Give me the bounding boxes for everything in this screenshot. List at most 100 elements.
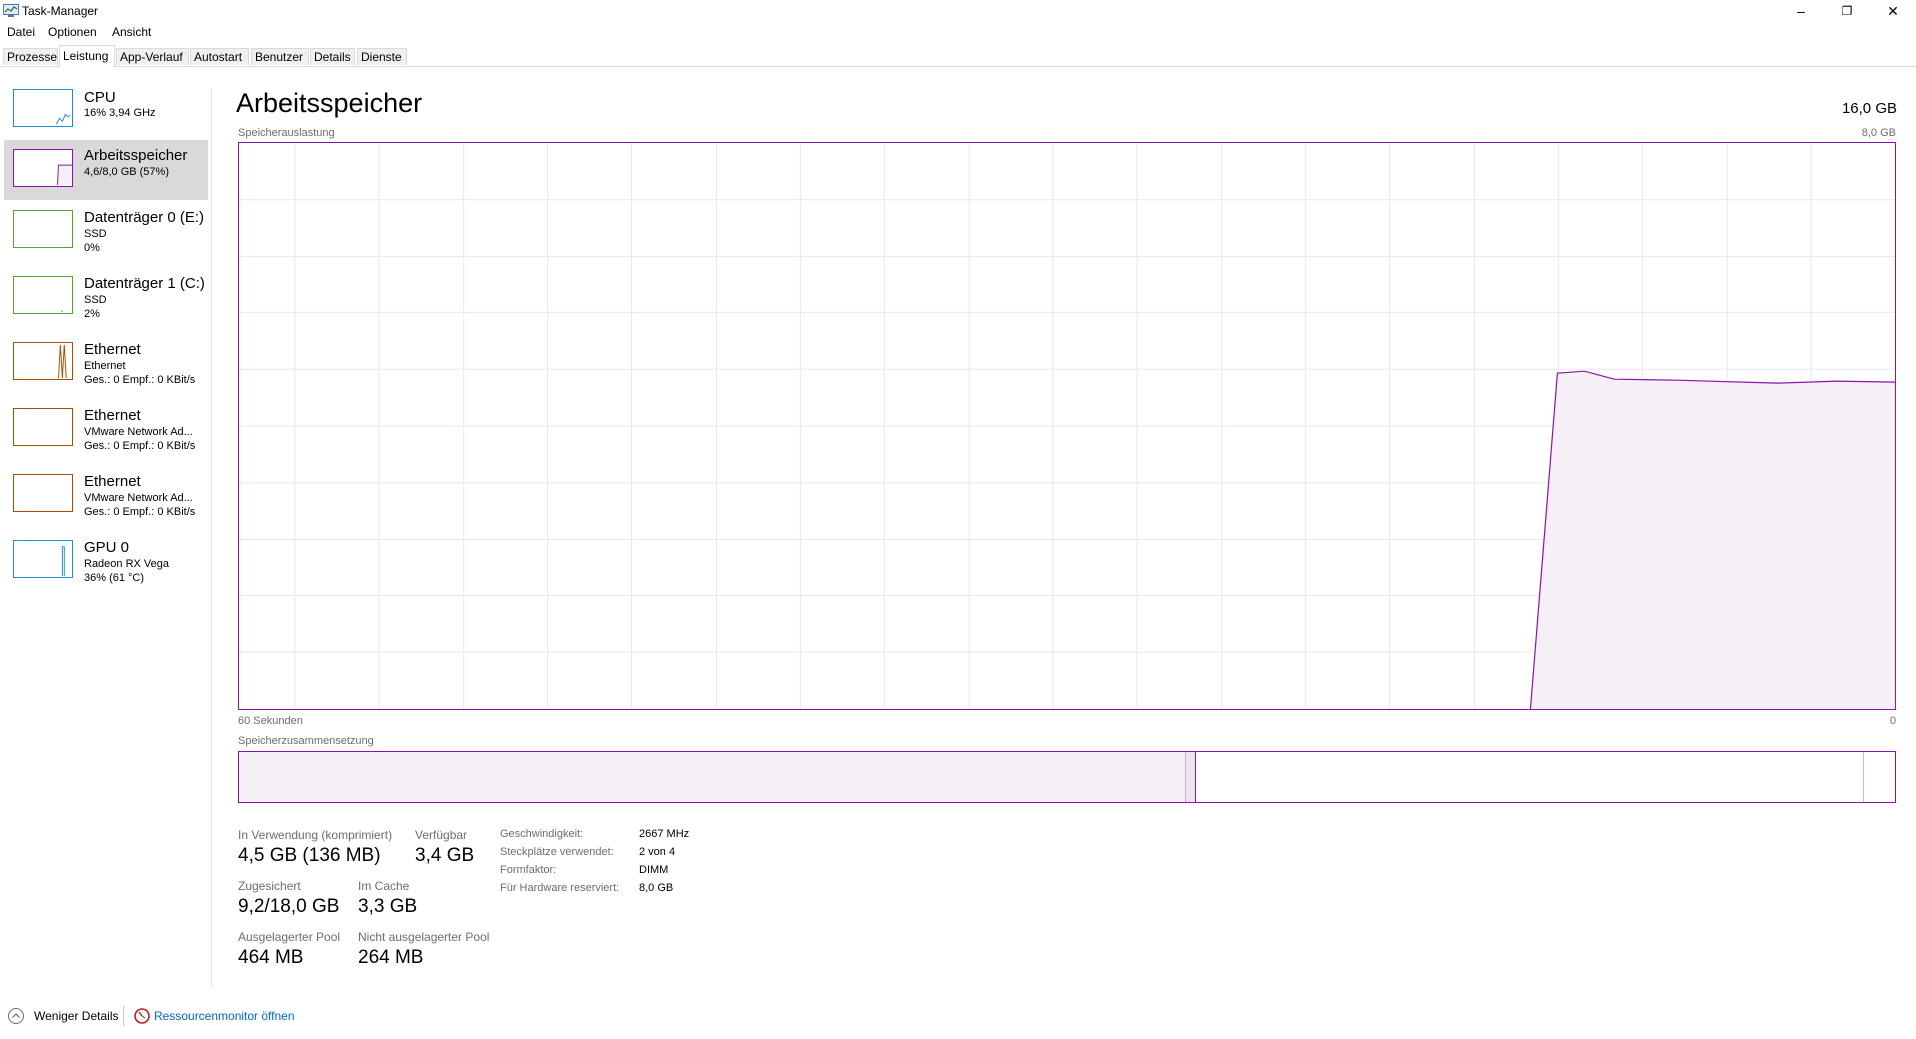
sidebar-item-disk-0[interactable]: Datenträger 0 (E:) SSD 0%: [4, 204, 208, 266]
composition-standby[interactable]: [1196, 752, 1863, 802]
sidebar-item-ethernet-1[interactable]: Ethernet Ethernet Ges.: 0 Empf.: 0 KBit/…: [4, 336, 208, 398]
committed-value: 9,2/18,0 GB: [238, 896, 340, 917]
paged-pool-label: Ausgelagerter Pool: [238, 930, 341, 944]
menu-options[interactable]: Optionen: [48, 25, 97, 39]
tab-startup[interactable]: Autostart: [190, 48, 249, 65]
window-title: Task-Manager: [22, 4, 99, 18]
sidebar-divider: [211, 88, 212, 988]
composition-free[interactable]: [1864, 752, 1895, 802]
nonpaged-pool-label: Nicht ausgelagerter Pool: [358, 930, 490, 944]
cpu-thumbnail: [13, 89, 73, 127]
in-use-label: In Verwendung (komprimiert): [238, 828, 393, 842]
nonpaged-pool-value: 264 MB: [358, 947, 424, 968]
slots-value: 2 von 4: [639, 846, 676, 858]
fewer-details-button[interactable]: [7, 1007, 25, 1025]
sidebar-item-title: CPU: [84, 89, 116, 106]
tab-services[interactable]: Dienste: [357, 48, 407, 65]
sidebar-item-detail: 36% (61 °C): [84, 572, 145, 584]
sidebar-item-detail: Ges.: 0 Empf.: 0 KBit/s: [84, 440, 196, 452]
minimize-button[interactable]: –: [1778, 0, 1824, 22]
performance-sidebar: CPU 16% 3,94 GHz Arbeitsspeicher 4,6/8,0…: [0, 80, 210, 980]
page-title: Arbeitsspeicher: [236, 88, 423, 118]
sidebar-item-detail: SSD: [84, 294, 107, 306]
in-use-value: 4,5 GB (136 MB): [238, 845, 381, 866]
tab-users[interactable]: Benutzer: [251, 48, 309, 65]
resource-monitor-icon[interactable]: [133, 1007, 151, 1025]
memory-thumbnail: [13, 149, 73, 187]
footer-separator: [123, 1006, 124, 1026]
restore-icon: ❐: [1841, 4, 1853, 18]
speed-label: Geschwindigkeit:: [500, 828, 584, 840]
fewer-details-link[interactable]: Weniger Details: [34, 1009, 118, 1023]
axis-left-label: 60 Sekunden: [238, 715, 303, 727]
memory-composition-bar[interactable]: [238, 751, 1896, 803]
sidebar-item-detail: Ges.: 0 Empf.: 0 KBit/s: [84, 506, 196, 518]
memory-usage-area: [1530, 371, 1895, 709]
sidebar-item-gpu-0[interactable]: GPU 0 Radeon RX Vega 36% (61 °C): [4, 534, 208, 596]
menu-file[interactable]: Datei: [7, 25, 35, 39]
sidebar-item-title: GPU 0: [84, 539, 130, 556]
sidebar-item-detail: 0%: [84, 242, 100, 254]
disk-1-thumbnail: [13, 276, 73, 314]
sidebar-item-detail: 2%: [84, 308, 100, 320]
slots-label: Steckplätze verwendet:: [500, 846, 614, 858]
tab-bar: Prozesse Leistung App-Verlauf Autostart …: [0, 42, 1916, 67]
title-bar: Task-Manager – ❐ ✕: [0, 0, 1916, 22]
available-label: Verfügbar: [415, 828, 468, 842]
sidebar-item-detail: SSD: [84, 228, 107, 240]
chevron-up-icon: [8, 1008, 24, 1024]
paged-pool-value: 464 MB: [238, 947, 304, 968]
menu-view[interactable]: Ansicht: [112, 25, 151, 39]
sidebar-item-disk-1[interactable]: Datenträger 1 (C:) SSD 2%: [4, 270, 208, 332]
available-value: 3,4 GB: [415, 845, 475, 866]
sidebar-item-title: Ethernet: [84, 407, 141, 424]
graph-label: Speicherauslastung: [238, 127, 335, 139]
ethernet-3-thumbnail: [13, 474, 73, 512]
sidebar-item-detail: Radeon RX Vega: [84, 558, 170, 570]
maximize-button[interactable]: ❐: [1824, 0, 1870, 22]
ethernet-1-thumbnail: [13, 342, 73, 380]
form-factor-value: DIMM: [639, 864, 669, 876]
sidebar-item-title: Arbeitsspeicher: [84, 147, 188, 164]
close-button[interactable]: ✕: [1870, 0, 1916, 22]
memory-usage-graph: [238, 142, 1896, 710]
footer: Weniger Details Ressourcenmonitor öffnen: [0, 1000, 600, 1030]
sidebar-item-detail: Ethernet: [84, 360, 126, 372]
close-icon: ✕: [1887, 2, 1899, 19]
sidebar-item-detail: 16% 3,94 GHz: [84, 107, 156, 119]
tab-performance[interactable]: Leistung: [59, 45, 115, 67]
speed-value: 2667 MHz: [639, 828, 690, 840]
tab-processes[interactable]: Prozesse: [3, 48, 58, 65]
minimize-icon: –: [1797, 3, 1805, 19]
gpu-0-thumbnail: [13, 540, 73, 578]
hardware-reserved-label: Für Hardware reserviert:: [500, 882, 620, 894]
axis-right-label: 0: [1889, 715, 1896, 727]
cached-label: Im Cache: [358, 879, 410, 893]
sidebar-item-detail: VMware Network Ad...: [84, 426, 193, 438]
tab-details[interactable]: Details: [310, 48, 355, 65]
sidebar-item-ethernet-3[interactable]: Ethernet VMware Network Ad... Ges.: 0 Em…: [4, 468, 208, 530]
resource-monitor-link[interactable]: Ressourcenmonitor öffnen: [154, 1009, 295, 1023]
total-memory: 16,0 GB: [1841, 100, 1897, 117]
graph-max-label: 8,0 GB: [1861, 127, 1896, 139]
sidebar-item-cpu[interactable]: CPU 16% 3,94 GHz: [4, 83, 208, 137]
sidebar-item-detail: 4,6/8,0 GB (57%): [84, 166, 169, 178]
hardware-reserved-value: 8,0 GB: [639, 882, 674, 894]
cached-value: 3,3 GB: [358, 896, 418, 917]
form-factor-label: Formfaktor:: [500, 864, 557, 876]
sidebar-item-memory[interactable]: Arbeitsspeicher 4,6/8,0 GB (57%): [4, 140, 208, 200]
sidebar-item-title: Datenträger 1 (C:): [84, 275, 205, 292]
composition-in-use[interactable]: [239, 752, 1185, 802]
composition-modified[interactable]: [1186, 752, 1195, 802]
composition-label: Speicherzusammensetzung: [238, 735, 374, 747]
sidebar-item-title: Datenträger 0 (E:): [84, 209, 205, 226]
disk-0-thumbnail: [13, 210, 73, 248]
committed-label: Zugesichert: [238, 879, 301, 893]
task-manager-icon: [3, 4, 19, 17]
sidebar-item-detail: VMware Network Ad...: [84, 492, 193, 504]
tab-app-history[interactable]: App-Verlauf: [116, 48, 189, 65]
sidebar-item-ethernet-2[interactable]: Ethernet VMware Network Ad... Ges.: 0 Em…: [4, 402, 208, 464]
ethernet-2-thumbnail: [13, 408, 73, 446]
sidebar-item-detail: Ges.: 0 Empf.: 0 KBit/s: [84, 374, 196, 386]
sidebar-item-title: Ethernet: [84, 341, 141, 358]
